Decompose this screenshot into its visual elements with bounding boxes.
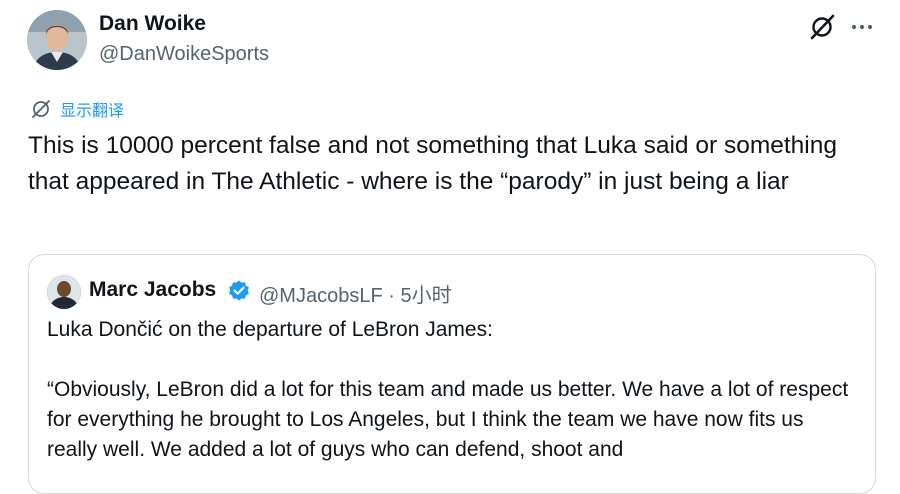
grok-button[interactable] [808, 13, 836, 41]
quoted-timestamp[interactable]: 5小时 [400, 285, 451, 307]
tweet-header: Dan Woike @DanWoikeSports [27, 10, 882, 72]
quoted-tweet-text: Luka Dončić on the departure of LeBron J… [47, 315, 859, 465]
more-icon [851, 24, 873, 30]
meta-separator: · [388, 285, 395, 307]
grok-icon [810, 14, 835, 40]
quoted-author-handle[interactable]: @MJacobsLF [259, 285, 383, 307]
quoted-author-avatar-image [47, 275, 81, 309]
author-handle[interactable]: @DanWoikeSports [99, 43, 269, 66]
author-avatar-image [27, 10, 87, 70]
translate-icon [32, 100, 50, 118]
quoted-tweet-card[interactable]: Marc Jacobs @MJacobsLF · 5小时 Luka Dončić… [28, 254, 876, 494]
author-avatar[interactable] [27, 10, 87, 70]
quoted-text-paragraph: Luka Dončić on the departure of LeBron J… [47, 318, 493, 341]
tweet-text: This is 10000 percent false and not some… [28, 132, 837, 195]
show-translation-label[interactable]: 显示翻译 [60, 97, 124, 121]
show-translation-link[interactable]: 显示翻译 [30, 97, 124, 121]
quoted-author-avatar[interactable] [47, 275, 81, 309]
verified-badge-icon [229, 280, 249, 301]
quoted-author-name[interactable]: Marc Jacobs [89, 278, 216, 302]
quoted-text-paragraph: “Obviously, LeBron did a lot for this te… [47, 378, 849, 461]
quoted-meta: @MJacobsLF · 5小时 [259, 279, 452, 308]
more-options-button[interactable] [848, 13, 876, 41]
author-name[interactable]: Dan Woike [99, 12, 206, 36]
